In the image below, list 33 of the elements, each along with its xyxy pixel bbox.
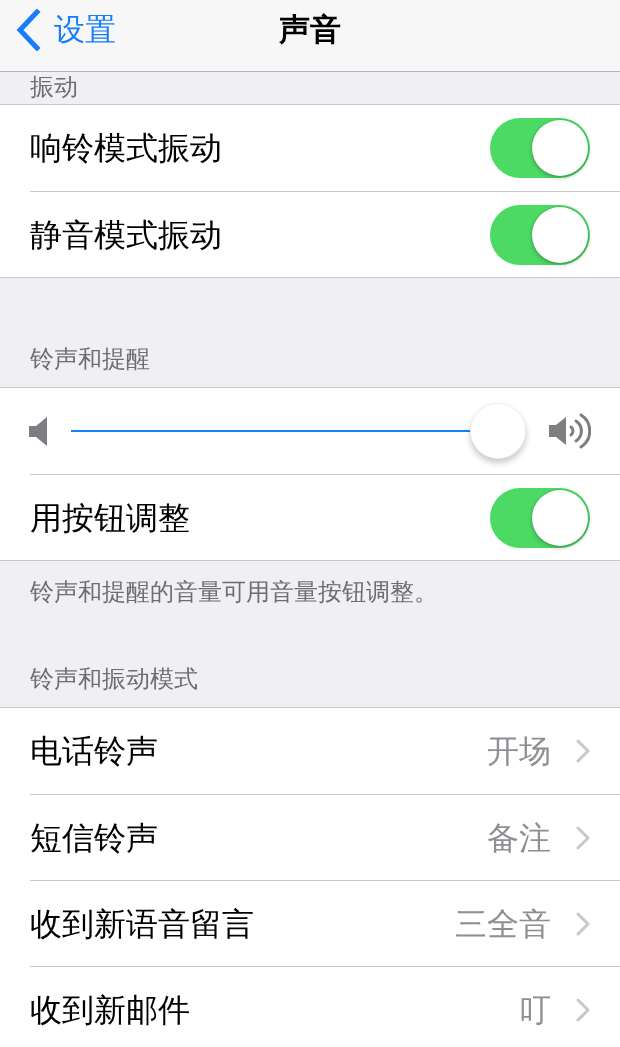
chevron-right-icon [576, 825, 590, 850]
settings-row[interactable]: 电话铃声 开场 [0, 708, 620, 794]
volume-slider[interactable] [71, 403, 526, 459]
settings-row[interactable]: 收到新邮件 叮 [0, 966, 620, 1047]
settings-row[interactable]: 短信铃声 备注 [0, 794, 620, 880]
chevron-right-icon [576, 739, 590, 763]
row-label: 短信铃声 [30, 818, 159, 858]
section-footer: 铃声和提醒的音量可用音量按钮调整。 [0, 561, 620, 607]
nav-title: 声音 [279, 10, 341, 49]
row-value: 备注 [487, 818, 551, 858]
toggle-switch[interactable] [490, 487, 590, 548]
row-label: 电话铃声 [30, 732, 159, 771]
back-button[interactable]: 设置 [15, 8, 116, 51]
section-header: 振动 [29, 72, 79, 102]
chevron-right-icon [576, 911, 590, 936]
volume-low-icon [29, 416, 47, 446]
settings-row[interactable]: 收到新语音留言 三全音 [0, 880, 620, 966]
chevron-right-icon [576, 997, 590, 1022]
volume-high-icon [549, 412, 591, 450]
row-value: 三全音 [455, 904, 551, 944]
slider-thumb[interactable] [470, 403, 526, 459]
row-label: 静音模式振动 [30, 215, 223, 255]
chevron-left-icon [15, 8, 41, 51]
row-label: 收到新邮件 [30, 990, 191, 1030]
section-header: 铃声和提醒 [29, 344, 151, 374]
row-label: 用按钮调整 [30, 498, 191, 538]
row-label: 收到新语音留言 [30, 904, 255, 944]
toggle-switch[interactable] [490, 204, 590, 265]
row-label: 响铃模式振动 [30, 129, 223, 168]
row-value: 叮 [519, 990, 551, 1030]
toggle-switch[interactable] [490, 118, 590, 178]
section-header: 铃声和振动模式 [29, 664, 199, 694]
row-value: 开场 [487, 732, 551, 771]
